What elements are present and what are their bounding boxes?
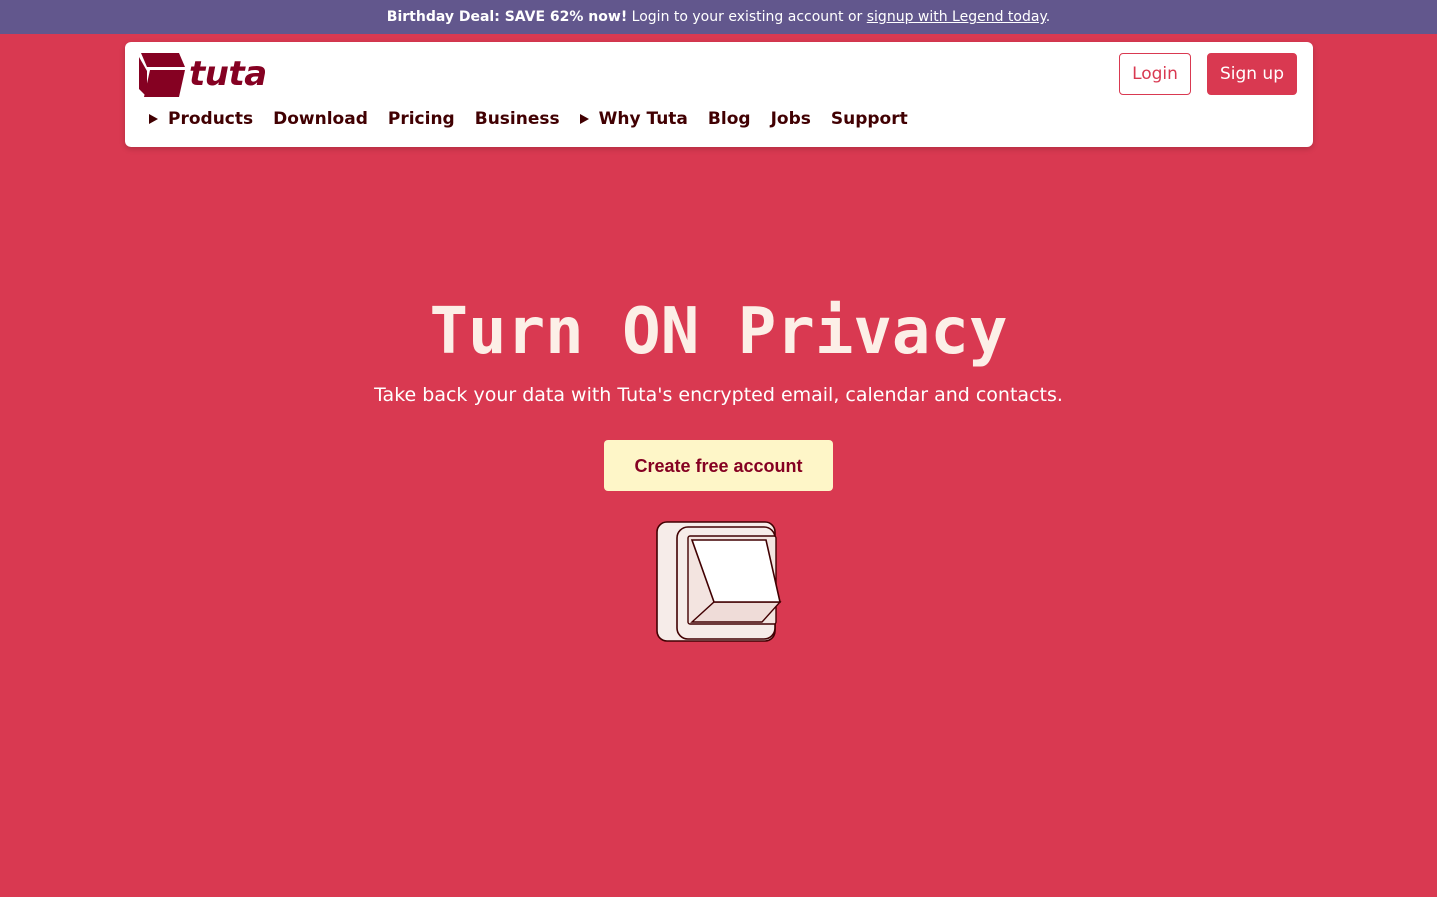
nav-item-products[interactable]: Products xyxy=(149,109,253,129)
tuta-logo-icon xyxy=(139,51,185,97)
nav-item-label: Products xyxy=(168,109,254,129)
hero-title: Turn ON Privacy xyxy=(429,295,1008,369)
nav-item-why-tuta[interactable]: Why Tuta xyxy=(579,109,688,129)
nav-item-support[interactable]: Support xyxy=(831,109,908,129)
site-header: tuta Login Sign up Products Download Pri… xyxy=(125,42,1313,147)
nav-item-label: Download xyxy=(273,109,368,129)
nav-item-pricing[interactable]: Pricing xyxy=(388,109,455,129)
promo-deal: Birthday Deal: SAVE 62% now! xyxy=(386,9,628,25)
hero-subtitle: Take back your data with Tuta's encrypte… xyxy=(374,384,1063,406)
nav-item-label: Business xyxy=(474,109,560,129)
main-nav: Products Download Pricing Business Why T… xyxy=(149,106,928,132)
promo-signup-link[interactable]: signup with Legend today xyxy=(867,9,1046,25)
caret-right-icon xyxy=(149,114,158,124)
logo[interactable]: tuta xyxy=(139,50,267,98)
create-account-button[interactable]: Create free account xyxy=(604,440,833,491)
nav-item-label: Jobs xyxy=(770,109,811,129)
logo-wordmark: tuta xyxy=(189,54,267,94)
nav-item-label: Support xyxy=(830,109,908,129)
nav-item-label: Pricing xyxy=(387,109,455,129)
nav-item-download[interactable]: Download xyxy=(273,109,368,129)
promo-end: . xyxy=(1045,9,1051,25)
promo-banner: Birthday Deal: SAVE 62% now! Login to yo… xyxy=(0,0,1437,34)
nav-item-business[interactable]: Business xyxy=(475,109,560,129)
light-switch-illustration[interactable] xyxy=(652,518,786,646)
nav-item-label: Blog xyxy=(707,109,751,129)
login-button[interactable]: Login xyxy=(1119,53,1191,95)
nav-item-label: Why Tuta xyxy=(598,109,688,129)
auth-buttons: Login Sign up xyxy=(1119,53,1297,95)
signup-button[interactable]: Sign up xyxy=(1206,53,1297,95)
caret-right-icon xyxy=(579,114,589,124)
promo-text: Login to your existing account or xyxy=(627,9,867,25)
nav-item-jobs[interactable]: Jobs xyxy=(771,109,811,129)
nav-item-blog[interactable]: Blog xyxy=(708,109,751,129)
